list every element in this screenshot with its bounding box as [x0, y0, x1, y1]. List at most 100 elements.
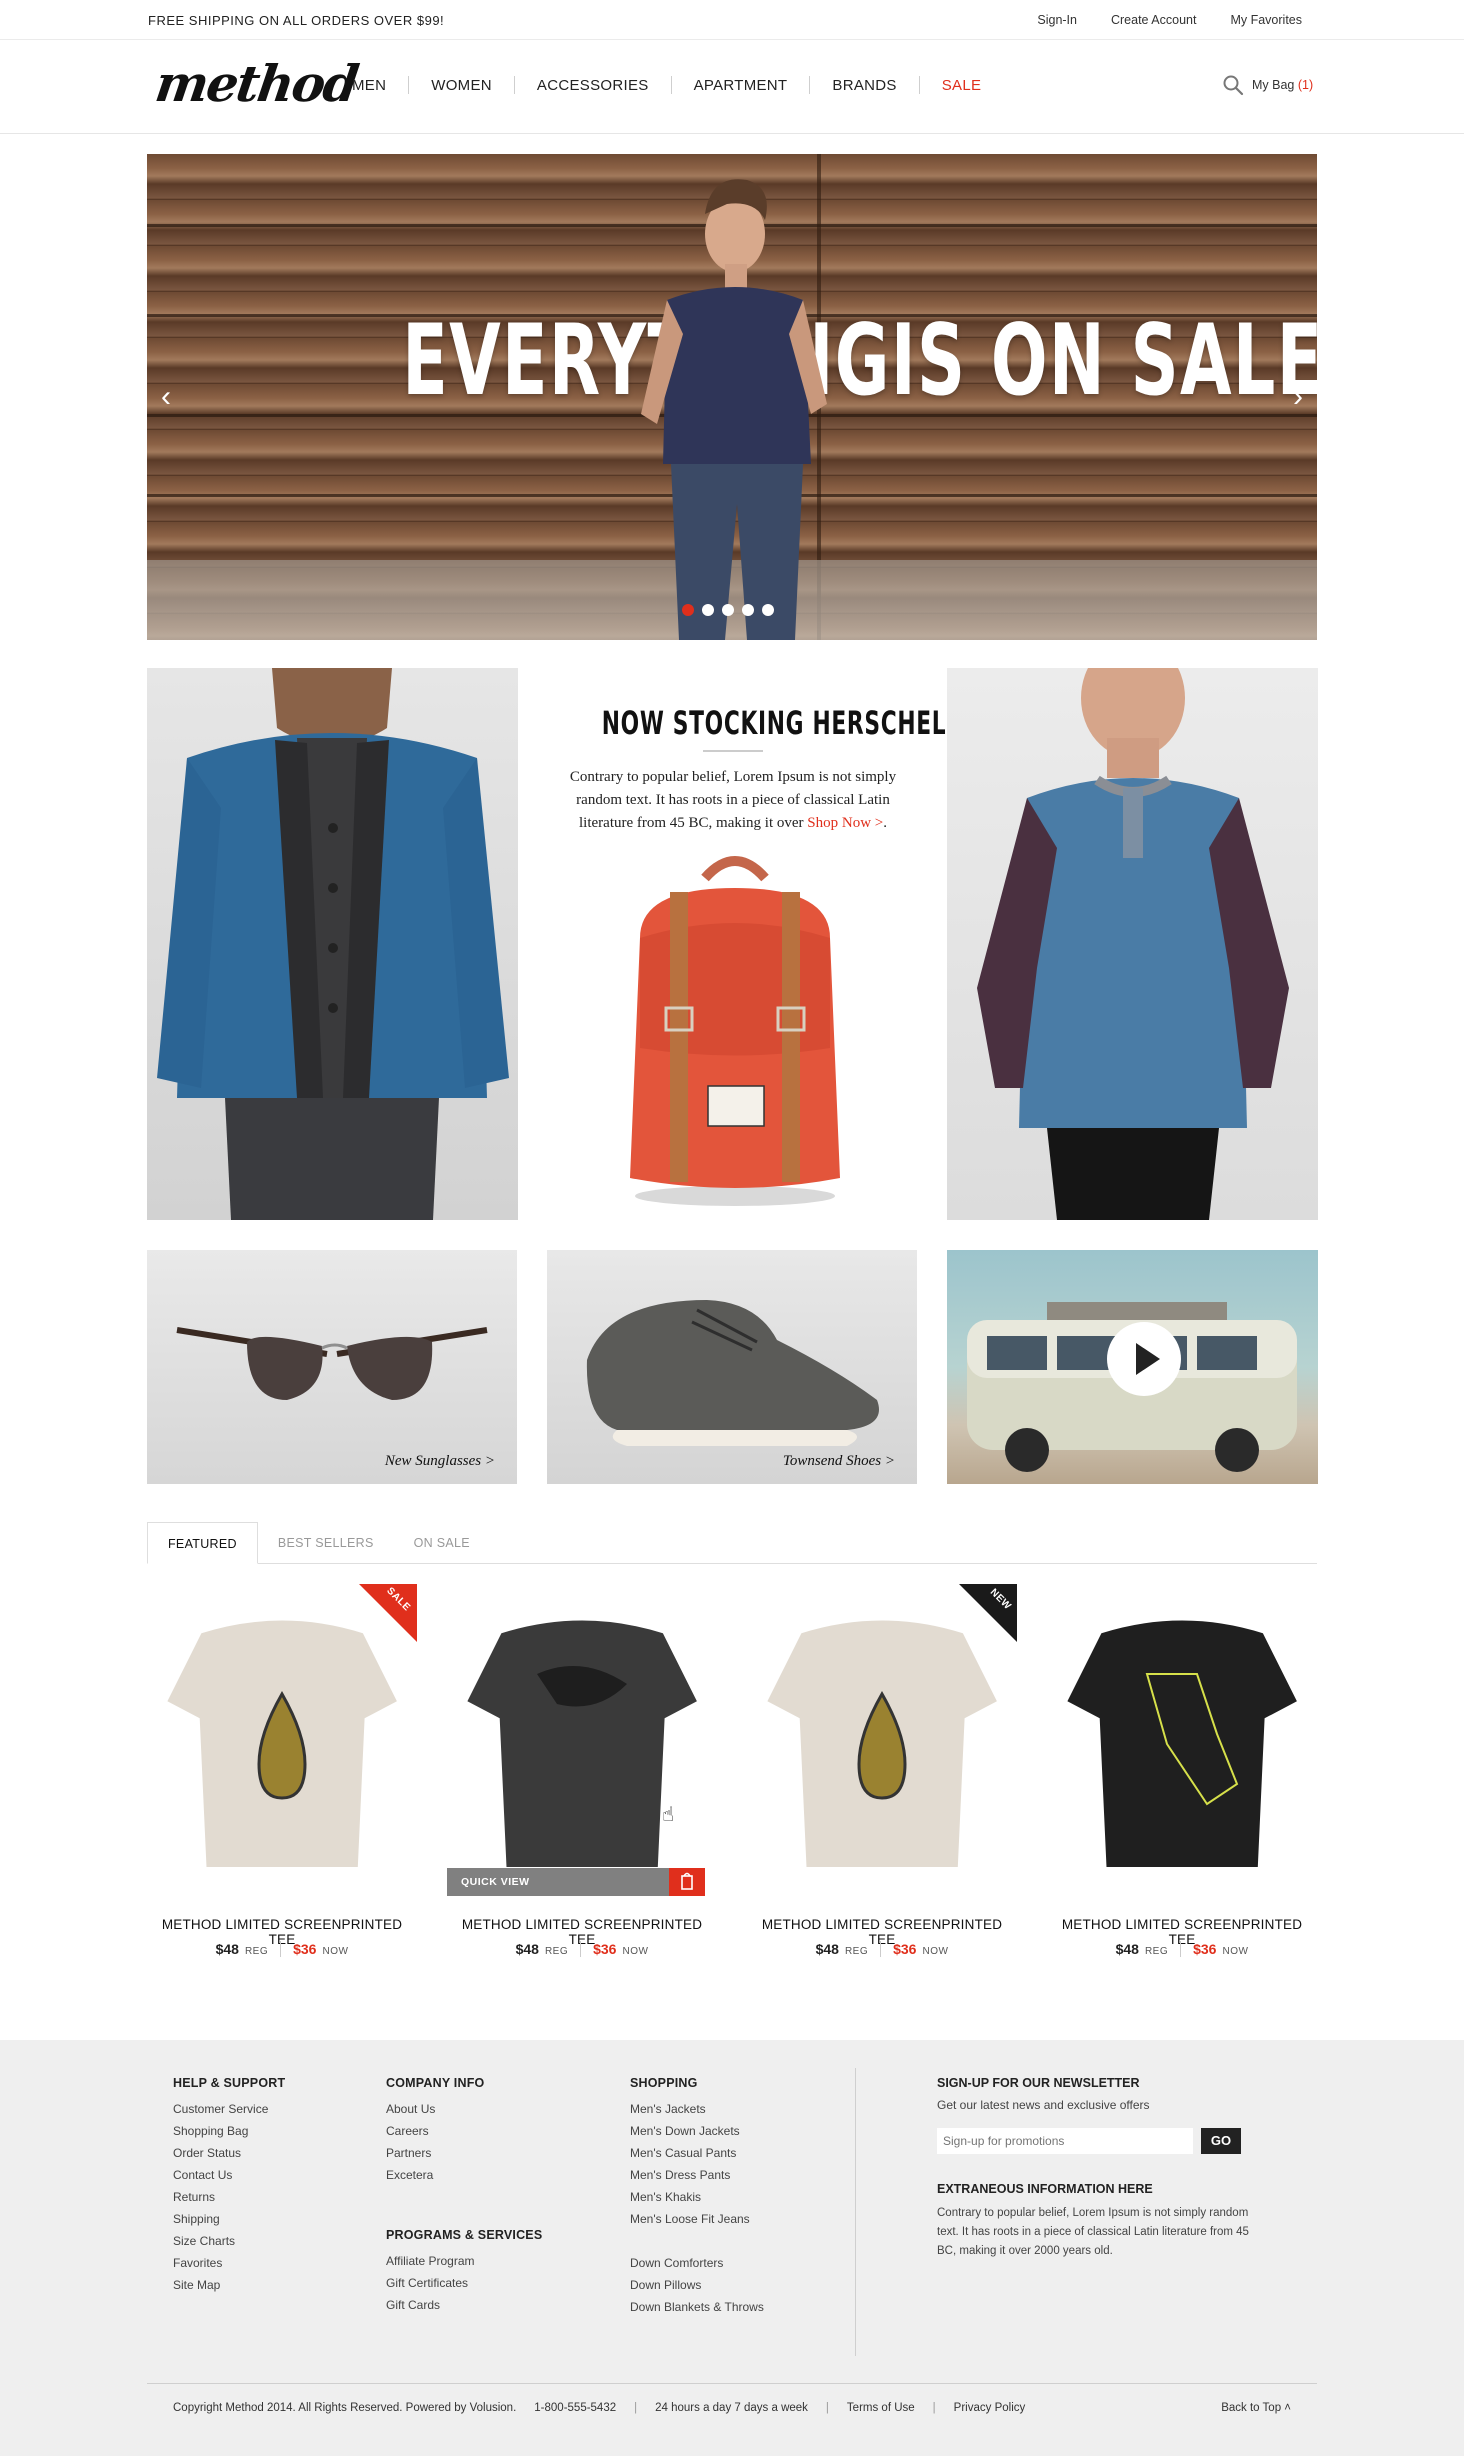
hero-dot[interactable]: [722, 604, 734, 616]
product-card[interactable]: NEW METHOD LIMITED SCREENPRINTED TEE $48…: [747, 1584, 1017, 1974]
terms-link[interactable]: Terms of Use: [847, 2402, 915, 2414]
footer-link[interactable]: Size Charts: [173, 2230, 285, 2252]
reg-price: $48: [1115, 1941, 1139, 1957]
back-to-top-link[interactable]: Back to Top ˄: [1221, 2402, 1291, 2414]
footer-link[interactable]: Affiliate Program: [386, 2250, 542, 2272]
play-video-button[interactable]: [1107, 1322, 1181, 1396]
shopping-links: Men's Jackets Men's Down Jackets Men's Cas…: [630, 2098, 764, 2230]
nav-accessories[interactable]: ACCESSORIES: [515, 77, 671, 94]
new-sunglasses-link[interactable]: New Sunglasses >: [385, 1453, 495, 1470]
footer-link[interactable]: Excetera: [386, 2164, 542, 2186]
feature-title: NOW STOCKING HERSCHEL BAGS.: [601, 704, 1034, 742]
footer-link[interactable]: Men's Khakis: [630, 2186, 764, 2208]
now-price: $36: [893, 1941, 917, 1957]
tab-featured[interactable]: FEATURED: [147, 1522, 258, 1564]
hero-slider[interactable]: EVERYTHING IS ON SALE. ‹ ›: [147, 154, 1317, 640]
footer-link[interactable]: Down Blankets & Throws: [630, 2296, 764, 2318]
reg-price: $48: [815, 1941, 839, 1957]
footer-link[interactable]: Returns: [173, 2186, 285, 2208]
reg-price: $48: [215, 1941, 239, 1957]
newsletter-form: GO: [937, 2128, 1267, 2154]
product-card[interactable]: SALE METHOD LIMITED SCREENPRINTED TEE $4…: [147, 1584, 417, 1974]
hero-dot[interactable]: [702, 604, 714, 616]
legal-divider: |: [825, 2402, 829, 2414]
my-bag-link[interactable]: My Bag (1): [1252, 78, 1313, 92]
footer-link[interactable]: Down Comforters: [630, 2252, 764, 2274]
footer-link[interactable]: Down Pillows: [630, 2274, 764, 2296]
hero-prev-arrow[interactable]: ‹: [161, 380, 171, 414]
hero-dot[interactable]: [742, 604, 754, 616]
shopping-links-down: Down Comforters Down Pillows Down Blankets…: [630, 2252, 764, 2318]
footer-link[interactable]: Gift Cards: [386, 2294, 542, 2316]
help-links: Customer Service Shopping Bag Order Status…: [173, 2098, 285, 2296]
search-icon[interactable]: [1222, 74, 1244, 96]
footer-link[interactable]: Men's Down Jackets: [630, 2120, 764, 2142]
create-account-link[interactable]: Create Account: [1111, 13, 1196, 27]
nav-apartment[interactable]: APARTMENT: [672, 77, 810, 94]
hero-dot[interactable]: [682, 604, 694, 616]
footer-link[interactable]: Careers: [386, 2120, 542, 2142]
feature-body: Contrary to popular belief, Lorem Ipsum …: [540, 766, 926, 835]
footer-link[interactable]: About Us: [386, 2098, 542, 2120]
footer-link[interactable]: Men's Casual Pants: [630, 2142, 764, 2164]
hero-dot[interactable]: [762, 604, 774, 616]
shop-now-link[interactable]: Shop Now >: [807, 815, 883, 831]
footer-link[interactable]: Men's Dress Pants: [630, 2164, 764, 2186]
new-ribbon: NEW: [959, 1584, 1017, 1642]
now-label: NOW: [1222, 1946, 1249, 1957]
price-divider: [880, 1941, 882, 1957]
newsletter-heading: SIGN-UP FOR OUR NEWSLETTER: [937, 2076, 1140, 2090]
now-label: NOW: [922, 1946, 949, 1957]
footer-link[interactable]: Favorites: [173, 2252, 285, 2274]
site-footer: HELP & SUPPORT Customer Service Shopping …: [0, 2040, 1464, 2456]
footer-link[interactable]: Partners: [386, 2142, 542, 2164]
legal-divider: |: [634, 2402, 638, 2414]
sale-ribbon: SALE: [359, 1584, 417, 1642]
nav-sale[interactable]: SALE: [920, 77, 1004, 94]
herschel-backpack-image[interactable]: [610, 848, 860, 1208]
hero-next-arrow[interactable]: ›: [1293, 380, 1303, 414]
legal-divider: |: [932, 2402, 936, 2414]
nav-men[interactable]: MEN: [330, 77, 408, 94]
footer-divider: [855, 2068, 856, 2356]
shoes-tile[interactable]: Townsend Shoes >: [547, 1250, 917, 1484]
footer-link[interactable]: Men's Loose Fit Jeans: [630, 2208, 764, 2230]
footer-link[interactable]: Contact Us: [173, 2164, 285, 2186]
herschel-feature: NOW STOCKING HERSCHEL BAGS. Contrary to …: [540, 668, 1034, 1220]
townsend-shoe-image: [586, 1300, 879, 1446]
cardigan-tile[interactable]: [147, 668, 518, 1220]
townsend-shoes-link[interactable]: Townsend Shoes >: [783, 1453, 895, 1470]
product-card[interactable]: METHOD LIMITED SCREENPRINTED TEE $48 REG…: [1047, 1584, 1317, 1974]
nav-women[interactable]: WOMEN: [409, 77, 514, 94]
footer-link[interactable]: Shipping: [173, 2208, 285, 2230]
newsletter-go-button[interactable]: GO: [1201, 2128, 1241, 2154]
newsletter-subtitle: Get our latest news and exclusive offers: [937, 2098, 1150, 2112]
footer-link[interactable]: Order Status: [173, 2142, 285, 2164]
product-tabs: FEATURED BEST SELLERS ON SALE: [147, 1522, 1317, 1564]
footer-link[interactable]: Gift Certificates: [386, 2272, 542, 2294]
tab-best-sellers[interactable]: BEST SELLERS: [258, 1522, 394, 1564]
newsletter-email-input[interactable]: [937, 2128, 1193, 2154]
nav-brands[interactable]: BRANDS: [810, 77, 918, 94]
now-label: NOW: [622, 1946, 649, 1957]
product-prices: $48 REG $36 NOW: [747, 1941, 1017, 1957]
product-card[interactable]: QUICK VIEW ☝ METHOD LIMITED SCREENPRINTE…: [447, 1584, 717, 1974]
footer-link[interactable]: Shopping Bag: [173, 2120, 285, 2142]
sunglasses-tile[interactable]: New Sunglasses >: [147, 1250, 517, 1484]
sign-in-link[interactable]: Sign-In: [1037, 13, 1077, 27]
raglan-tee-tile[interactable]: [947, 668, 1318, 1220]
add-to-bag-button[interactable]: [669, 1868, 705, 1896]
footer-link[interactable]: Men's Jackets: [630, 2098, 764, 2120]
quick-view-button[interactable]: QUICK VIEW: [447, 1868, 669, 1896]
raglan-tee-image: [977, 668, 1289, 1220]
reg-label: REG: [1144, 1946, 1169, 1957]
tab-on-sale[interactable]: ON SALE: [394, 1522, 490, 1564]
privacy-link[interactable]: Privacy Policy: [954, 2402, 1026, 2414]
footer-link[interactable]: Site Map: [173, 2274, 285, 2296]
footer-link[interactable]: Customer Service: [173, 2098, 285, 2120]
extra-info-heading: EXTRANEOUS INFORMATION HERE: [937, 2182, 1153, 2196]
my-favorites-link[interactable]: My Favorites: [1230, 13, 1302, 27]
sale-ribbon-text: SALE: [384, 1585, 413, 1614]
video-tile[interactable]: [947, 1250, 1318, 1484]
now-price: $36: [293, 1941, 317, 1957]
